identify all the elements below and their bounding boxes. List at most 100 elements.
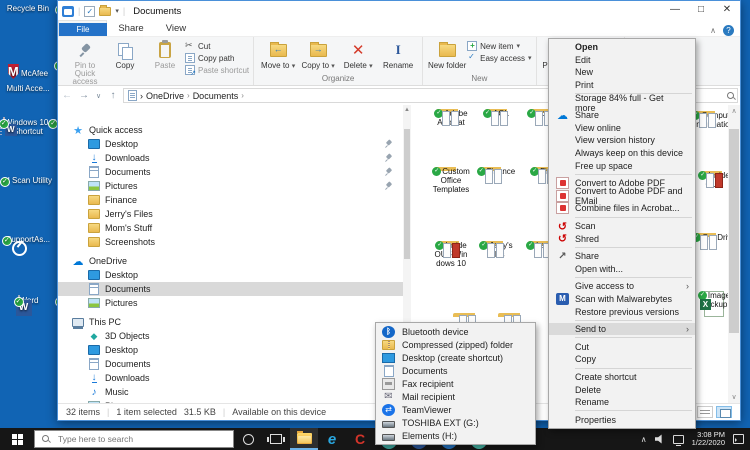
paste-shortcut-button[interactable]: Paste shortcut [185, 65, 249, 75]
cut-button[interactable]: Cut [185, 41, 249, 51]
context-menu-item[interactable]: View version history › [549, 134, 695, 147]
context-menu-item[interactable]: Copy › [549, 353, 695, 366]
qat-customize-chevron-icon[interactable]: ▾ [115, 7, 119, 15]
nav-item[interactable]: Pictures [58, 179, 403, 193]
send-to-menu-item[interactable]: Compressed (zipped) folder [376, 338, 535, 351]
scrollbar-thumb[interactable] [404, 129, 410, 259]
context-menu-item[interactable]: Storage 84% full - Get more › [549, 96, 695, 109]
up-icon[interactable]: ↑ [106, 90, 120, 101]
edge-taskbar-button[interactable]: e [318, 428, 346, 450]
copy-to-button[interactable]: → Copy to ▾ [298, 39, 338, 71]
back-icon[interactable]: ← [60, 90, 74, 101]
nav-item[interactable]: 3D Objects [58, 329, 403, 343]
context-menu-item[interactable]: Cut › [549, 340, 695, 353]
scroll-up-icon[interactable]: ∧ [728, 107, 740, 115]
rename-button[interactable]: Rename [378, 39, 418, 70]
action-center-icon[interactable] [733, 434, 744, 444]
details-view-icon[interactable] [697, 406, 713, 418]
file-item[interactable]: Finance [472, 167, 520, 176]
context-menu-item[interactable]: Share › [549, 250, 695, 263]
send-to-menu-item[interactable]: TeamViewer [376, 403, 535, 416]
context-menu-item[interactable]: New › [549, 66, 695, 79]
tab-view[interactable]: View [155, 21, 197, 36]
speaker-icon[interactable] [655, 434, 665, 444]
new-folder-button[interactable]: New folder [427, 39, 467, 70]
context-menu-item[interactable]: Open with... › [549, 263, 695, 276]
copy-button[interactable]: Copy [105, 39, 145, 70]
taskbar-search-box[interactable] [34, 430, 234, 448]
ribbon-collapse-icon[interactable]: ∧ [710, 26, 716, 35]
close-button[interactable]: ✕ [714, 1, 740, 19]
tab-share[interactable]: Share [107, 21, 154, 36]
context-menu-item[interactable]: Shred › [549, 232, 695, 245]
context-menu-item[interactable]: Open › [549, 41, 695, 54]
breadcrumb-item[interactable]: Documents› [193, 91, 244, 101]
ccleaner-taskbar-button[interactable]: C [346, 428, 374, 450]
navigation-pane[interactable]: Quick access Desktop Downloads [58, 105, 403, 403]
tray-overflow-chevron-icon[interactable]: ∧ [641, 435, 647, 444]
context-menu-item[interactable]: Scan with Malwarebytes › [549, 293, 695, 306]
start-button[interactable] [0, 428, 34, 450]
file-item[interactable]: AOL [472, 109, 520, 118]
recent-locations-chevron-icon[interactable]: ∨ [94, 92, 103, 100]
clock[interactable]: 3:08 PM 1/22/2020 [692, 431, 725, 448]
breadcrumb-item[interactable]: OneDrive› [146, 91, 190, 101]
context-menu-item[interactable]: Create shortcut › [549, 371, 695, 384]
scrollbar-thumb[interactable] [729, 129, 739, 333]
nav-item[interactable]: Quick access [58, 123, 403, 137]
taskbar-search-input[interactable] [56, 433, 228, 445]
nav-item[interactable]: Mom's Stuff [58, 221, 403, 235]
nav-item[interactable]: Downloads [58, 151, 403, 165]
scroll-down-icon[interactable]: ∨ [728, 393, 740, 401]
nav-item[interactable]: OneDrive [58, 254, 403, 268]
context-menu-item[interactable]: Rename › [549, 396, 695, 409]
maximize-button[interactable]: □ [688, 1, 714, 19]
send-to-menu-item[interactable]: Desktop (create shortcut) [376, 351, 535, 364]
qat-new-folder-icon[interactable] [99, 7, 111, 16]
forward-icon[interactable]: → [77, 90, 91, 101]
context-menu-item[interactable]: Free up space › [549, 159, 695, 172]
nav-item[interactable]: Desktop [58, 137, 403, 151]
file-list-scrollbar[interactable]: ∧ ∨ [728, 105, 740, 403]
nav-item[interactable]: Desktop [58, 268, 403, 282]
context-menu-item[interactable]: Edit › [549, 54, 695, 67]
send-to-menu-item[interactable]: Mail recipient [376, 390, 535, 403]
context-menu-item[interactable]: Share › [549, 109, 695, 122]
context-menu-item[interactable]: Send to › [549, 323, 695, 336]
nav-item[interactable]: Documents [58, 165, 403, 179]
context-menu-item[interactable]: Always keep on this device › [549, 147, 695, 160]
paste-button[interactable]: Paste [145, 39, 185, 70]
large-icons-view-icon[interactable] [716, 406, 732, 418]
context-menu-item[interactable]: Properties › [549, 413, 695, 426]
qat-properties-icon[interactable] [84, 6, 95, 17]
cortana-button[interactable] [234, 428, 262, 450]
file-item[interactable]: Inside OUT-Win dows 10 [427, 241, 475, 268]
file-item[interactable]: Adobe Acrobat [427, 109, 475, 127]
title-bar[interactable]: | ▾ | Documents — □ ✕ [58, 1, 740, 21]
nav-item[interactable]: Screenshots [58, 235, 403, 249]
nav-item[interactable]: Documents [58, 357, 403, 371]
scroll-up-icon[interactable]: ▲ [403, 107, 411, 113]
context-menu-item[interactable]: Delete › [549, 383, 695, 396]
nav-item[interactable]: This PC [58, 315, 403, 329]
help-icon[interactable] [723, 25, 734, 36]
nav-item[interactable]: Finance [58, 193, 403, 207]
task-view-button[interactable] [262, 428, 290, 450]
nav-item[interactable]: Pictures [58, 296, 403, 310]
send-to-menu-item[interactable]: TOSHIBA EXT (G:) [376, 416, 535, 429]
file-item[interactable]: Custom Office Templates [427, 167, 475, 194]
easy-access-button[interactable]: Easy access ▾ [467, 53, 531, 63]
tab-file[interactable]: File [59, 23, 107, 36]
send-to-menu-item[interactable]: Bluetooth device [376, 325, 535, 338]
nav-item[interactable]: Music [58, 385, 403, 399]
context-menu-item[interactable]: View online › [549, 122, 695, 135]
context-menu-item[interactable]: Restore previous versions › [549, 305, 695, 318]
send-to-menu-item[interactable]: Fax recipient [376, 377, 535, 390]
new-item-button[interactable]: New item ▾ [467, 41, 531, 51]
move-to-button[interactable]: ← Move to ▾ [258, 39, 298, 71]
minimize-button[interactable]: — [662, 1, 688, 19]
pin-to-quick-access-button[interactable]: Pin to Quick access [65, 39, 105, 86]
copy-path-button[interactable]: Copy path [185, 53, 249, 63]
network-icon[interactable] [673, 435, 684, 444]
nav-item[interactable]: Downloads [58, 371, 403, 385]
